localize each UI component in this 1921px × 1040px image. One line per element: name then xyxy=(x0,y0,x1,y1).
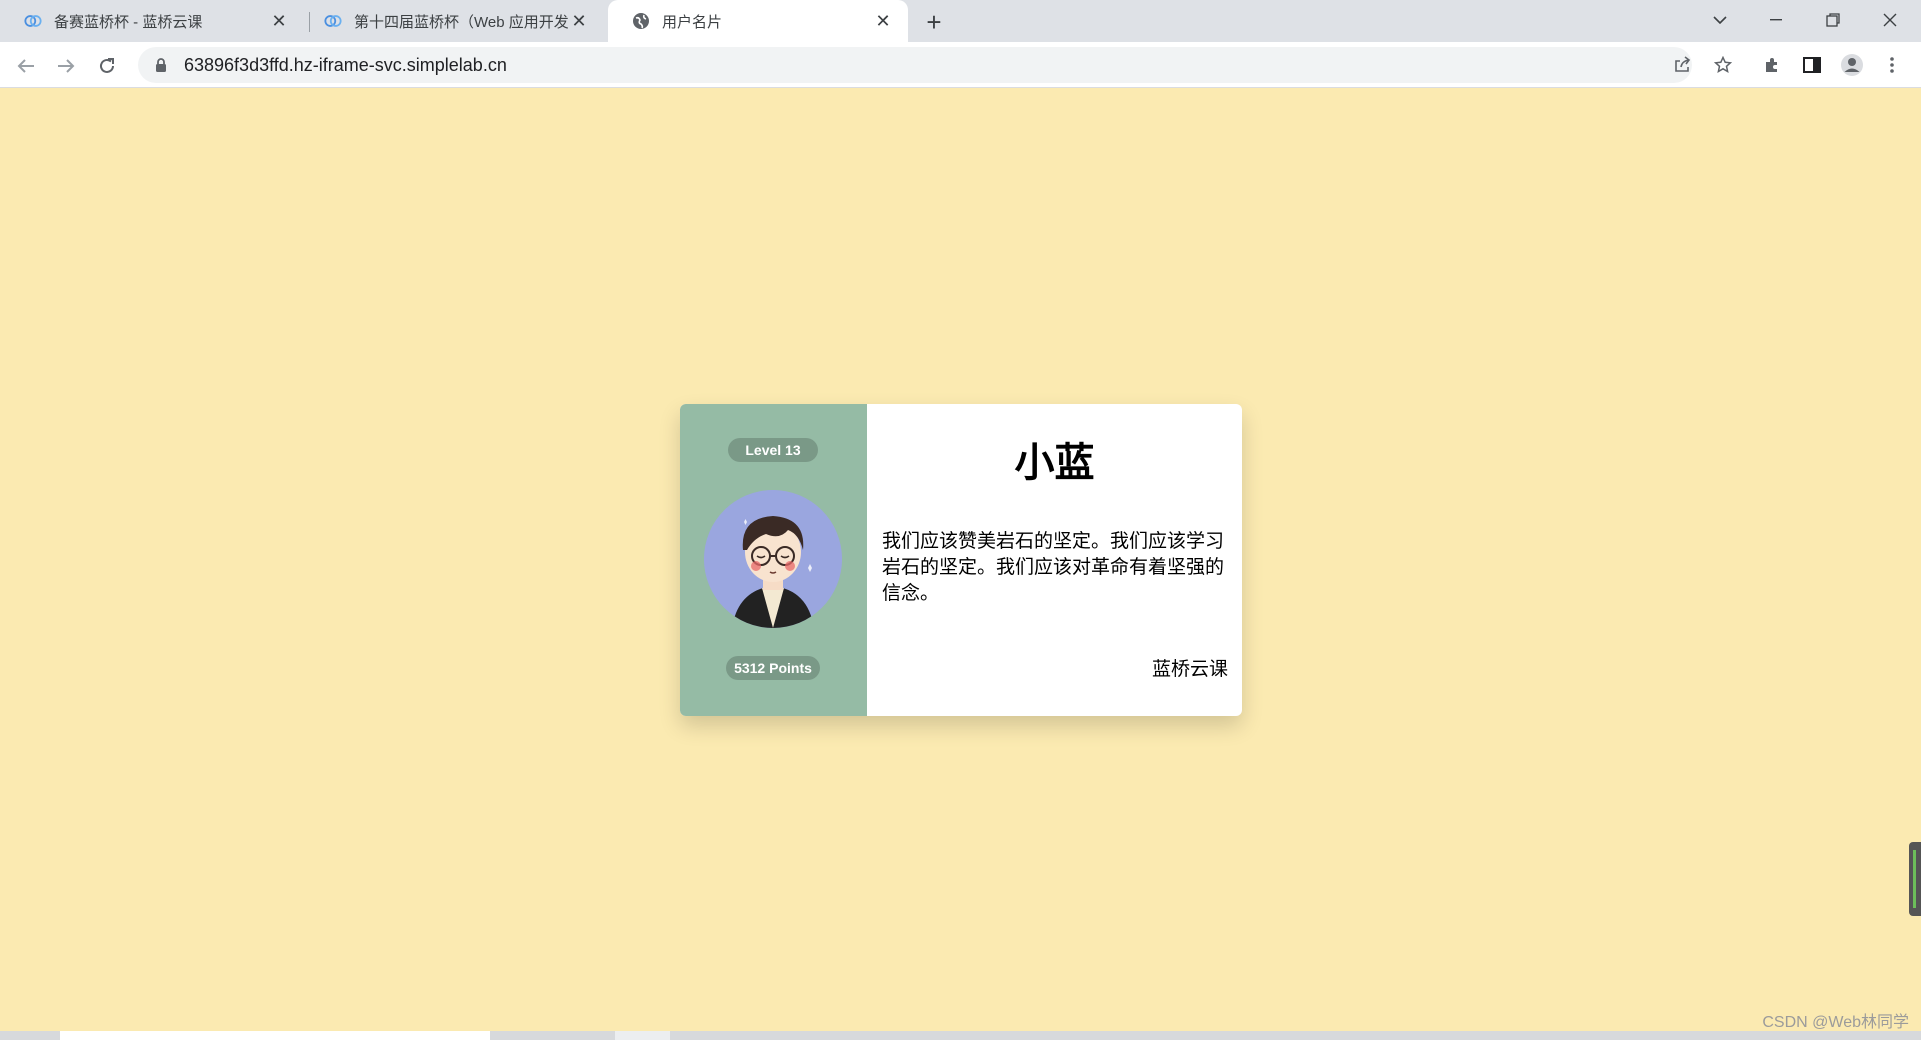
card-left-panel: Level 13 5312 Points xyxy=(680,404,867,716)
tab-title: 备赛蓝桥杯 - 蓝桥云课 xyxy=(54,13,203,31)
restore-icon[interactable] xyxy=(1807,0,1859,40)
user-name: 小蓝 xyxy=(1014,440,1095,486)
more-menu-icon[interactable] xyxy=(1878,51,1906,79)
tab-title: 用户名片 xyxy=(662,13,723,31)
tab-beisai[interactable]: 备赛蓝桥杯 - 蓝桥云课 ✕ xyxy=(0,0,304,42)
url-text[interactable]: 63896f3d3ffd.hz-iframe-svc.simplelab.cn xyxy=(184,55,507,76)
lanqiao-cloud-icon xyxy=(324,12,342,30)
card-right-panel: 小蓝 我们应该赞美岩石的坚定。我们应该学习岩石的坚定。我们应该对革命有着坚强的信… xyxy=(867,404,1242,716)
forward-arrow-icon[interactable] xyxy=(50,50,82,82)
watermark: CSDN @Web林同学 xyxy=(1762,1014,1909,1031)
window-close-icon[interactable] xyxy=(1864,0,1916,40)
tab-title: 第十四届蓝桥杯（Web 应用开发 xyxy=(354,13,568,31)
reload-icon[interactable] xyxy=(91,50,123,82)
user-bio: 我们应该赞美岩石的坚定。我们应该学习岩石的坚定。我们应该对革命有着坚强的信念。 xyxy=(882,530,1225,604)
profile-avatar-icon[interactable] xyxy=(1838,51,1866,79)
bookmark-star-icon[interactable] xyxy=(1709,51,1737,79)
close-icon[interactable]: ✕ xyxy=(268,10,290,32)
side-scroll-handle[interactable] xyxy=(1909,842,1921,916)
tab-user-card[interactable]: 用户名片 ✕ xyxy=(608,0,908,42)
lanqiao-cloud-icon xyxy=(24,12,42,30)
globe-icon xyxy=(632,12,650,30)
extensions-puzzle-icon[interactable] xyxy=(1758,51,1786,79)
level-badge: Level 13 xyxy=(728,438,818,462)
side-panel-icon[interactable] xyxy=(1798,51,1826,79)
taskbar-segment xyxy=(60,1031,490,1040)
share-icon[interactable] xyxy=(1668,51,1696,79)
bottom-taskbar-strip xyxy=(0,1031,1921,1040)
points-badge: 5312 Points xyxy=(726,656,820,680)
minimize-icon[interactable] xyxy=(1750,0,1802,40)
address-bar[interactable]: 63896f3d3ffd.hz-iframe-svc.simplelab.cn xyxy=(138,47,1692,83)
avatar xyxy=(704,490,842,628)
browser-toolbar: 63896f3d3ffd.hz-iframe-svc.simplelab.cn xyxy=(0,42,1921,88)
back-arrow-icon[interactable] xyxy=(10,50,42,82)
taskbar-segment xyxy=(615,1031,670,1040)
author-signature: 蓝桥云课 xyxy=(1151,658,1228,680)
close-icon[interactable]: ✕ xyxy=(872,10,894,32)
close-icon[interactable]: ✕ xyxy=(568,10,590,32)
new-tab-button[interactable]: + xyxy=(918,7,950,37)
tab-search-chevron-icon[interactable] xyxy=(1694,0,1746,40)
tab-strip: 备赛蓝桥杯 - 蓝桥云课 ✕ 第十四届蓝桥杯（Web 应用开发 ✕ 用户名片 ✕… xyxy=(0,0,1921,42)
lock-icon[interactable] xyxy=(152,56,170,74)
tab-lanqiao-14th[interactable]: 第十四届蓝桥杯（Web 应用开发 ✕ xyxy=(300,0,604,42)
user-card: Level 13 5312 Points 小蓝 我们应该赞美岩石的坚定。我们应该… xyxy=(680,404,1242,716)
